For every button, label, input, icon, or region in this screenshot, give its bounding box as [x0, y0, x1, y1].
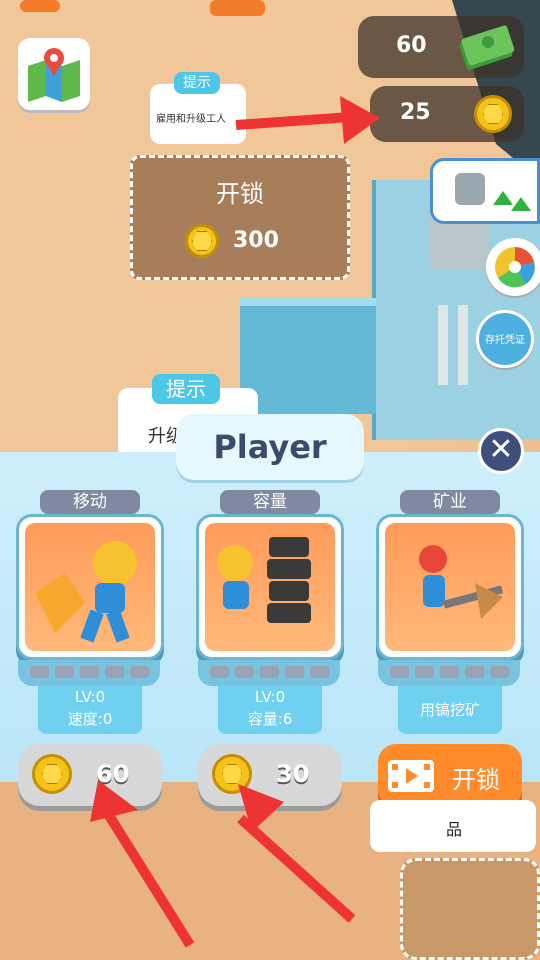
card-label-move: 移动 [40, 490, 140, 514]
cash-counter: 60 [358, 16, 524, 78]
unlock-plot-price: 300 [233, 228, 279, 253]
hint-tag: 提示 [174, 72, 220, 94]
running-worker-icon [35, 541, 137, 643]
stat-capacity: 容量:6 [247, 710, 293, 728]
tutorial-arrowhead [90, 780, 138, 822]
card-label-capacity: 容量 [220, 490, 320, 514]
upgrade-tool-button[interactable] [430, 158, 540, 224]
deposit-receipt-label: 存托凭证 [485, 335, 525, 346]
map-button[interactable] [18, 38, 90, 110]
bottom-fragment-text: 品 [446, 820, 463, 839]
tutorial-arrowhead [340, 96, 380, 144]
unlock-mining-label: 开锁 [452, 766, 500, 794]
stat-description: 用镐挖矿 [419, 701, 480, 719]
deposit-receipt-button[interactable]: 存托凭证 [476, 310, 534, 368]
coin-value: 25 [400, 100, 431, 125]
pickaxe-worker-icon [419, 545, 504, 619]
hint-text: 雇用和升级工人 [156, 114, 226, 125]
stat-box-mining: 用镐挖矿 [398, 686, 502, 734]
capacity-illustration [205, 523, 335, 651]
cash-stack-icon [459, 25, 515, 70]
stat-level: LV:0 [254, 688, 286, 706]
level-bar [378, 660, 520, 686]
color-wheel-button[interactable] [486, 238, 540, 296]
level-bar [198, 660, 340, 686]
stat-speed: 速度:0 [67, 710, 113, 728]
tutorial-arrowhead [238, 784, 284, 832]
road-barrier [210, 0, 265, 16]
map-icon [28, 48, 80, 102]
road-barrier [20, 0, 60, 12]
unlock-plot[interactable]: 开锁 300 [130, 155, 350, 280]
color-wheel-icon [495, 247, 535, 288]
video-ad-icon [388, 760, 434, 792]
building-front [240, 298, 376, 414]
dashed-plot [400, 858, 540, 960]
hint-bubble: 提示 雇用和升级工人 [150, 72, 246, 144]
close-button[interactable]: ✕ [478, 428, 524, 474]
level-bar [18, 660, 160, 686]
card-label-mining: 矿业 [400, 490, 500, 514]
close-icon: ✕ [488, 432, 514, 467]
cash-value: 60 [396, 33, 427, 58]
card-capacity [196, 514, 344, 660]
card-move [16, 514, 164, 660]
machine-leg [458, 305, 468, 385]
stat-level: LV:0 [74, 688, 106, 706]
panel-title: Player [176, 414, 364, 480]
card-mining [376, 514, 524, 660]
stat-box-capacity: LV:0 容量:6 [218, 686, 322, 734]
upgrade-arrow-icon [455, 173, 531, 211]
gold-coin-icon [474, 95, 512, 133]
unlock-plot-title: 开锁 [216, 180, 264, 208]
bottom-label-box: 品 [370, 800, 536, 852]
gold-coin-icon [185, 224, 219, 258]
carrying-worker-icon [217, 537, 311, 623]
machine-leg [438, 305, 448, 385]
move-illustration [25, 523, 155, 651]
hint-tag: 提示 [152, 374, 220, 404]
mining-illustration [385, 523, 515, 651]
gold-coin-icon [32, 754, 72, 794]
stat-box-move: LV:0 速度:0 [38, 686, 142, 734]
unlock-mining-button[interactable]: 开锁 [378, 744, 522, 808]
coin-counter: 25 [370, 86, 524, 142]
